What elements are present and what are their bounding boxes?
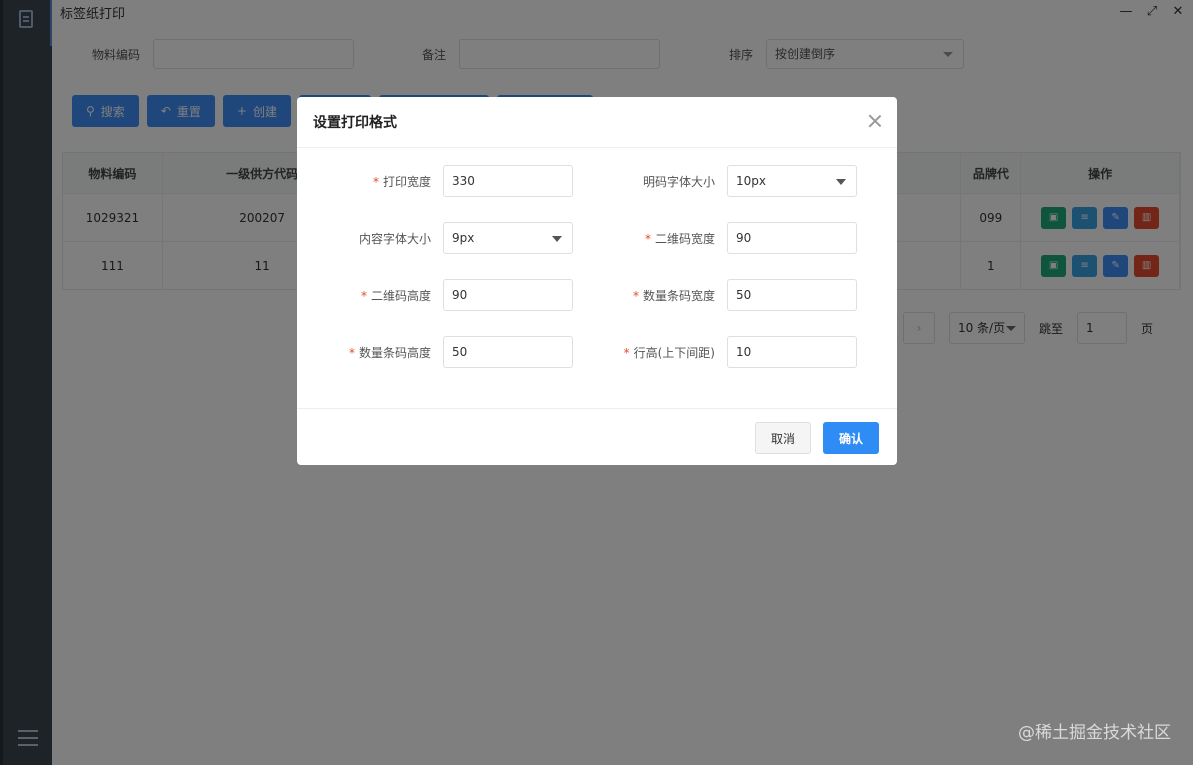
line-height-input[interactable]: 10 (727, 336, 857, 368)
qty-bar-width-label: * 数量条码宽度 (633, 287, 715, 304)
content-font-select[interactable]: 9px (443, 222, 573, 254)
qty-bar-width-input[interactable]: 50 (727, 279, 857, 311)
chevron-down-icon (836, 179, 846, 185)
qr-width-label-text: 二维码宽度 (654, 232, 715, 246)
form-item-plain-font: 明码字体大小 10px (597, 165, 857, 197)
qr-height-input[interactable]: 90 (443, 279, 573, 311)
required-mark: * (632, 289, 639, 303)
required-mark: * (360, 289, 367, 303)
form-item-qr-height: * 二维码高度 90 (297, 279, 573, 311)
close-icon[interactable] (867, 113, 883, 129)
qty-bar-height-label: * 数量条码高度 (349, 344, 431, 361)
watermark: @稀土掘金技术社区 (1018, 723, 1171, 743)
qr-height-label: * 二维码高度 (361, 287, 431, 304)
dialog-header: 设置打印格式 (297, 97, 897, 148)
form-item-qr-width: * 二维码宽度 90 (597, 222, 857, 254)
required-mark: * (623, 346, 630, 360)
form-item-qty-bar-height: * 数量条码高度 50 (297, 336, 573, 368)
qty-bar-height-input[interactable]: 50 (443, 336, 573, 368)
content-font-value: 9px (452, 231, 475, 245)
dialog-title: 设置打印格式 (313, 115, 397, 131)
print-width-label: * 打印宽度 (373, 173, 431, 190)
required-mark: * (372, 175, 379, 189)
form-item-print-width: * 打印宽度 330 (297, 165, 573, 197)
form-item-line-height: * 行高(上下间距) 10 (597, 336, 857, 368)
qty-bar-width-label-text: 数量条码宽度 (642, 289, 715, 303)
qr-width-label: * 二维码宽度 (645, 230, 715, 247)
required-mark: * (348, 346, 355, 360)
print-width-label-text: 打印宽度 (382, 175, 431, 189)
plain-font-value: 10px (736, 174, 766, 188)
qr-width-input[interactable]: 90 (727, 222, 857, 254)
print-format-dialog: 设置打印格式 * 打印宽度 330 明码字体大小 10px 内容字体大小 9px … (297, 97, 897, 465)
content-font-label: 内容字体大小 (358, 232, 431, 246)
print-width-input[interactable]: 330 (443, 165, 573, 197)
required-mark: * (644, 232, 651, 246)
qty-bar-height-label-text: 数量条码高度 (358, 346, 431, 360)
form-item-content-font: 内容字体大小 9px (297, 222, 573, 254)
cancel-button[interactable]: 取消 (755, 422, 811, 454)
dialog-footer: 取消 确认 (297, 408, 897, 465)
plain-font-label: 明码字体大小 (642, 175, 715, 189)
line-height-label-text: 行高(上下间距) (633, 346, 715, 360)
form-item-qty-bar-width: * 数量条码宽度 50 (597, 279, 857, 311)
line-height-label: * 行高(上下间距) (624, 344, 715, 361)
plain-font-select[interactable]: 10px (727, 165, 857, 197)
confirm-button[interactable]: 确认 (823, 422, 879, 454)
chevron-down-icon (552, 236, 562, 242)
qr-height-label-text: 二维码高度 (370, 289, 431, 303)
